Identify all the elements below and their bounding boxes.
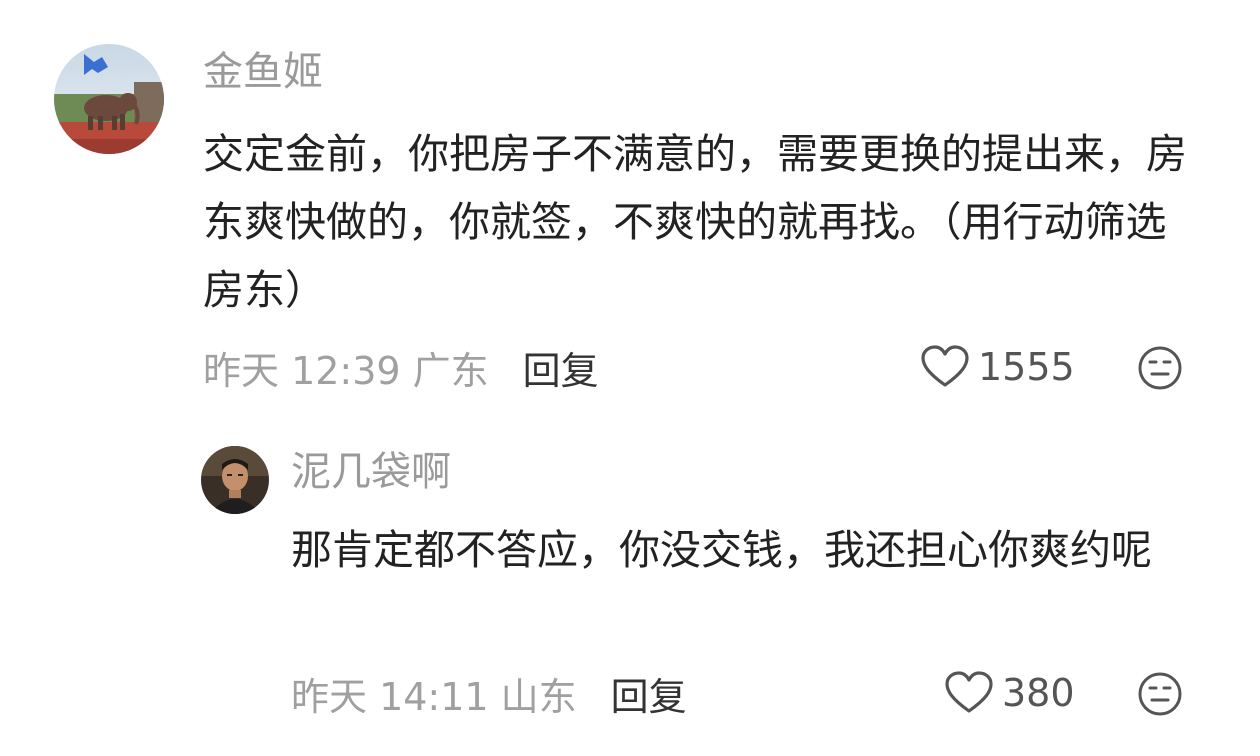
neutral-face-icon — [1138, 672, 1182, 716]
like-count: 380 — [1002, 671, 1075, 715]
reply-region: 山东 — [500, 674, 577, 719]
emoji-react-button[interactable] — [1137, 671, 1183, 717]
reply-button[interactable]: 回复 — [523, 340, 599, 395]
comment-region: 广东 — [412, 348, 489, 393]
comment-thread: 金鱼姬 交定金前，你把房子不满意的，需要更换的提出来，房东爽快做的，你就签，不爽… — [0, 0, 1260, 756]
avatar-man-photo-image — [201, 446, 269, 514]
comment-text: 交定金前，你把房子不满意的，需要更换的提出来，房东爽快做的，你就签，不爽快的就再… — [203, 130, 1187, 314]
avatar[interactable] — [54, 44, 164, 154]
emoji-react-button[interactable] — [1137, 345, 1183, 391]
reply-item: 泥几袋啊 那肯定都不答应，你没交钱，我还担心你爽约呢 昨天 14:11 山东 回… — [0, 430, 1260, 756]
reply-button[interactable]: 回复 — [611, 666, 687, 721]
neutral-face-icon — [1138, 346, 1182, 390]
heart-outline-icon — [920, 345, 970, 389]
reply-meta: 昨天 14:11 山东 回复 — [291, 670, 687, 719]
like-button[interactable]: 380 — [944, 670, 1075, 716]
comment-meta: 昨天 12:39 广东 回复 — [203, 344, 599, 393]
heart-outline-icon — [944, 671, 994, 715]
comment-time: 昨天 12:39 — [203, 348, 401, 393]
reply-time: 昨天 14:11 — [291, 674, 489, 719]
comment-item: 金鱼姬 交定金前，你把房子不满意的，需要更换的提出来，房东爽快做的，你就签，不爽… — [0, 0, 1260, 410]
username[interactable]: 金鱼姬 — [203, 48, 323, 96]
like-button[interactable]: 1555 — [920, 344, 1075, 390]
avatar[interactable] — [201, 446, 269, 514]
avatar-elephant-image — [54, 44, 164, 154]
username[interactable]: 泥几袋啊 — [291, 448, 451, 496]
reply-text: 那肯定都不答应，你没交钱，我还担心你爽约呢 — [291, 526, 1152, 574]
like-count: 1555 — [978, 345, 1075, 389]
